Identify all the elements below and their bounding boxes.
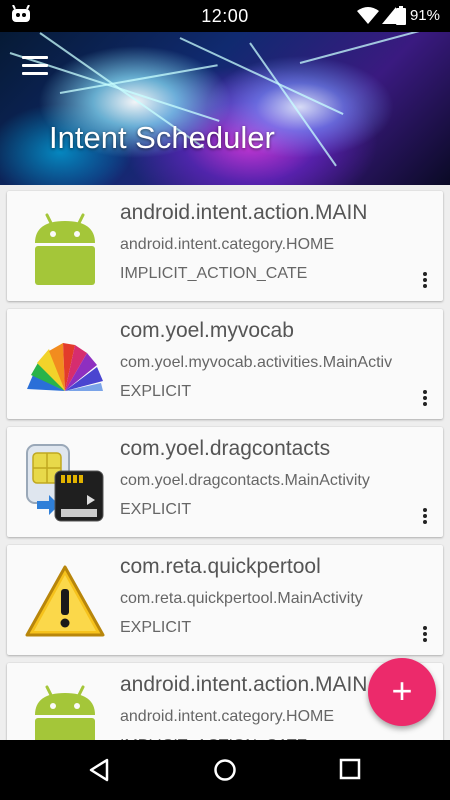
battery-percent: 91%	[409, 7, 440, 24]
header-light-ray	[59, 64, 218, 94]
sim-sd-card-icon	[26, 444, 104, 522]
intent-type: EXPLICIT	[120, 383, 192, 400]
intent-card[interactable]: com.reta.quickpertool com.reta.quickpert…	[7, 545, 443, 655]
signal-icon	[382, 7, 396, 24]
home-button-icon[interactable]	[213, 758, 237, 782]
status-bar: 12:00 91%	[0, 0, 450, 32]
app-header: Intent Scheduler	[0, 32, 450, 185]
intent-card[interactable]: com.yoel.myvocab com.yoel.myvocab.activi…	[7, 309, 443, 419]
menu-button[interactable]	[22, 56, 48, 76]
intent-card[interactable]: android.intent.action.MAIN android.inten…	[7, 191, 443, 301]
intent-action: android.intent.action.MAIN	[120, 201, 368, 224]
intent-target: com.yoel.myvocab.activities.MainActiv	[120, 354, 393, 371]
plus-icon: +	[391, 670, 413, 711]
hamburger-icon-line	[22, 64, 48, 67]
overflow-menu-button[interactable]	[415, 389, 435, 411]
myvocab-book-icon	[27, 343, 103, 391]
battery-icon	[396, 6, 406, 25]
intent-type: EXPLICIT	[120, 501, 192, 518]
intent-target: com.yoel.dragcontacts.MainActivity	[120, 472, 370, 489]
intent-action: android.intent.action.MAIN	[120, 673, 368, 696]
warning-triangle-icon	[25, 565, 105, 637]
navigation-bar	[0, 740, 450, 800]
intent-target: com.reta.quickpertool.MainActivity	[120, 590, 363, 607]
intent-type: EXPLICIT	[120, 619, 192, 636]
overflow-menu-button[interactable]	[415, 507, 435, 529]
app-title: Intent Scheduler	[49, 120, 275, 155]
intent-target: android.intent.category.HOME	[120, 708, 335, 725]
android-robot-icon	[35, 213, 95, 285]
intent-package: com.yoel.myvocab	[120, 319, 294, 342]
recents-button-icon[interactable]	[339, 758, 361, 780]
back-button-icon[interactable]	[88, 758, 110, 782]
intent-card[interactable]: com.yoel.dragcontacts com.yoel.dragconta…	[7, 427, 443, 537]
wifi-icon	[357, 7, 379, 24]
header-light-ray	[179, 37, 344, 115]
intent-package: com.reta.quickpertool	[120, 555, 321, 578]
intent-type: IMPLICIT_ACTION_CATE	[120, 265, 308, 282]
hamburger-icon-line	[22, 56, 48, 59]
intent-package: com.yoel.dragcontacts	[120, 437, 331, 460]
hamburger-icon-line	[22, 72, 48, 75]
android-robot-icon	[35, 685, 95, 740]
overflow-menu-button[interactable]	[415, 625, 435, 647]
add-intent-button[interactable]: +	[368, 658, 436, 726]
header-light-ray	[299, 32, 436, 64]
overflow-menu-button[interactable]	[415, 271, 435, 293]
intent-target: android.intent.category.HOME	[120, 236, 335, 253]
intent-list[interactable]: android.intent.action.MAIN android.inten…	[0, 185, 450, 740]
